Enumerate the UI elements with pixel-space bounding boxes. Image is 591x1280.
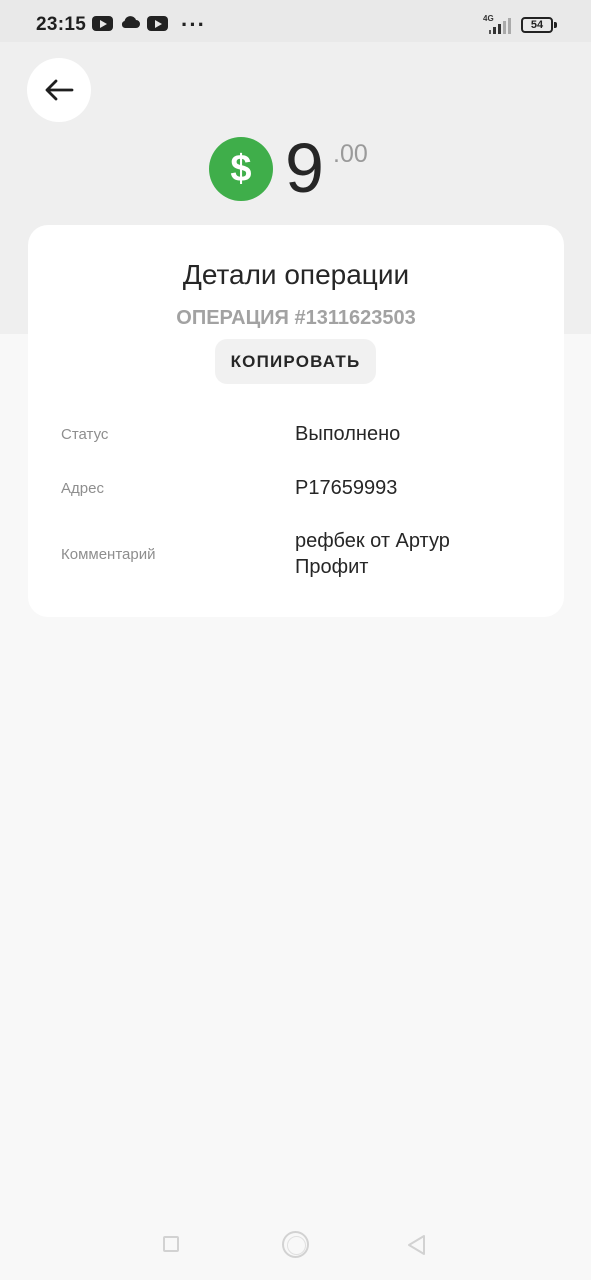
copy-button[interactable]: КОПИРОВАТЬ [215,339,376,384]
status-bar: 23:15 ··· 4G 54 [0,0,591,42]
address-label: Адрес [61,480,104,497]
more-notifications-icon: ··· [181,12,206,37]
dollar-icon: $ [209,137,273,201]
address-value: P17659993 [295,477,398,499]
status-label: Статус [61,426,109,443]
card-title: Детали операции [182,259,410,290]
cloud-icon [120,15,140,34]
home-button[interactable] [282,1231,309,1258]
status-value: Выполнено [295,423,401,445]
youtube-icon [92,16,113,31]
amount-fraction: .00 [333,140,368,168]
comment-value: рефбек от Артур Профит [295,530,450,578]
signal-icon [489,17,513,34]
arrow-left-icon [45,79,74,101]
system-navigation-bar [0,1210,591,1280]
battery-icon: 54 [521,17,553,33]
comment-label: Комментарий [61,546,156,563]
status-time: 23:15 [36,14,87,35]
triangle-back-icon [408,1235,425,1255]
screen: 23:15 ··· 4G 54 $ 9 .00 Детали операции … [0,0,591,1280]
battery-cap [554,22,557,28]
operation-details-card: Детали операции ОПЕРАЦИЯ #1311623503 КОП… [28,225,564,617]
amount-integer: 9 [285,129,324,207]
youtube-icon [147,16,168,31]
operation-number: ОПЕРАЦИЯ #1311623503 [176,307,416,329]
back-button[interactable] [27,58,91,122]
recent-apps-button[interactable] [163,1236,179,1252]
system-back-button[interactable] [406,1234,426,1261]
